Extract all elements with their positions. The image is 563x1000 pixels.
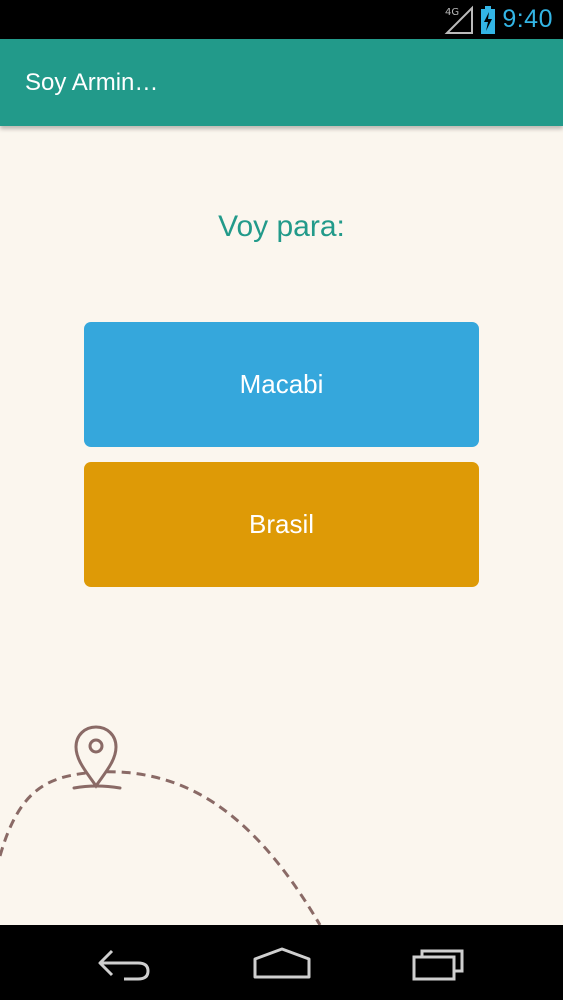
status-bar: 4G 9:40 [0, 0, 563, 39]
main-content: Voy para: Macabi Brasil [0, 126, 563, 925]
back-icon[interactable] [96, 943, 154, 983]
status-clock: 9:40 [502, 5, 553, 33]
svg-text:4G: 4G [445, 7, 459, 18]
dashed-route-path [0, 770, 322, 925]
battery-charging-icon [481, 5, 496, 34]
app-bar: Soy Armin… [0, 39, 563, 126]
route-decoration [0, 725, 322, 925]
app-title: Soy Armin… [25, 69, 159, 96]
status-icons: 4G 9:40 [444, 0, 553, 39]
navigation-bar [0, 925, 563, 1000]
signal-4g-icon: 4G [444, 5, 474, 34]
recent-apps-icon[interactable] [410, 943, 470, 983]
home-icon[interactable] [252, 943, 312, 983]
map-pin-icon [72, 725, 122, 790]
